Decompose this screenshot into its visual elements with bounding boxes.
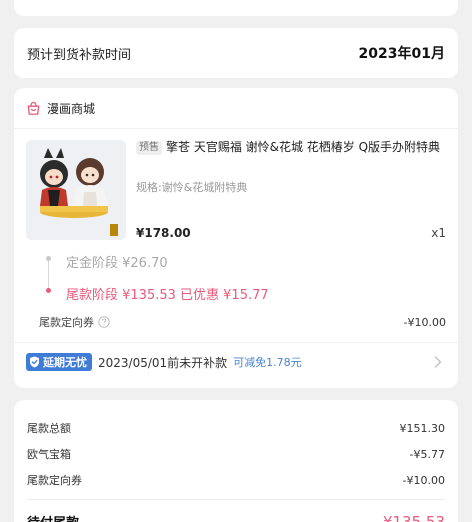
summary-row: 尾款定向券 -¥10.00	[27, 472, 445, 488]
delay-badge-label: 延期无忧	[43, 356, 87, 369]
final-dot	[46, 288, 51, 293]
eta-card: 预计到货补款时间 2023年01月	[14, 28, 458, 78]
summary-row: 欧气宝箱 -¥5.77	[27, 446, 445, 462]
product-spec: 规格:谢怜&花城附特典	[136, 181, 248, 194]
total-label: 待付尾款	[27, 512, 79, 522]
divider	[27, 499, 445, 500]
previous-card	[14, 0, 458, 16]
eta-value: 2023年01月	[358, 46, 445, 62]
product-title[interactable]: 预售 擎苍 天官赐福 谢怜&花城 花栖椿岁 Q版手办附特典	[136, 138, 446, 157]
summary-value: ¥151.30	[399, 421, 446, 435]
shop-header[interactable]: 漫画商城	[26, 100, 95, 117]
delay-text: 2023/05/01前未开补款	[98, 355, 228, 370]
summary-label: 欧气宝箱	[27, 448, 71, 461]
deposit-stage: 定金阶段 ¥26.70	[66, 256, 168, 271]
shield-check-icon	[30, 356, 39, 368]
figure-illustration	[26, 140, 126, 240]
summary-value: -¥5.77	[409, 447, 445, 461]
presale-tag: 预售	[136, 141, 162, 155]
eta-label: 预计到货补款时间	[27, 47, 132, 63]
chevron-right-icon[interactable]	[434, 356, 442, 368]
coupon-row[interactable]: 尾款定向券 -¥10.00	[39, 314, 446, 330]
summary-label: 尾款定向券	[27, 474, 82, 487]
delay-badge: 延期无忧	[26, 353, 92, 371]
coupon-value: -¥10.00	[403, 315, 446, 329]
summary-value: -¥10.00	[402, 473, 445, 487]
deposit-dot	[46, 256, 51, 261]
payment-summary-card: 尾款总额 ¥151.30 欧气宝箱 -¥5.77 尾款定向券 -¥10.00 待…	[14, 400, 458, 522]
summary-row: 尾款总额 ¥151.30	[27, 420, 445, 436]
delay-guarantee-row[interactable]: 延期无忧 2023/05/01前未开补款 可减免1.78元	[26, 353, 446, 371]
product-price: ¥178.00	[136, 226, 191, 240]
total-row: 待付尾款 ¥135.53	[27, 512, 445, 522]
final-stage: 尾款阶段 ¥135.53 已优惠 ¥15.77	[66, 288, 269, 303]
divider	[14, 128, 458, 129]
shop-name: 漫画商城	[47, 102, 96, 116]
product-image[interactable]	[26, 140, 126, 240]
divider	[14, 342, 458, 343]
coupon-label: 尾款定向券	[39, 316, 94, 329]
shop-bag-icon	[27, 101, 40, 115]
order-card: 漫画商城 预售 擎苍 天官赐福 谢怜&花城 花栖椿岁 Q版手办附特典 规格:谢怜…	[14, 88, 458, 388]
delay-discount-link[interactable]: 可减免1.78元	[233, 354, 302, 370]
summary-label: 尾款总额	[27, 422, 71, 435]
product-quantity: x1	[431, 226, 446, 240]
product-title-text: 擎苍 天官赐福 谢怜&花城 花栖椿岁 Q版手办附特典	[166, 140, 441, 154]
total-value: ¥135.53	[382, 512, 445, 522]
stage-connector	[48, 260, 49, 290]
help-icon[interactable]	[98, 316, 110, 328]
